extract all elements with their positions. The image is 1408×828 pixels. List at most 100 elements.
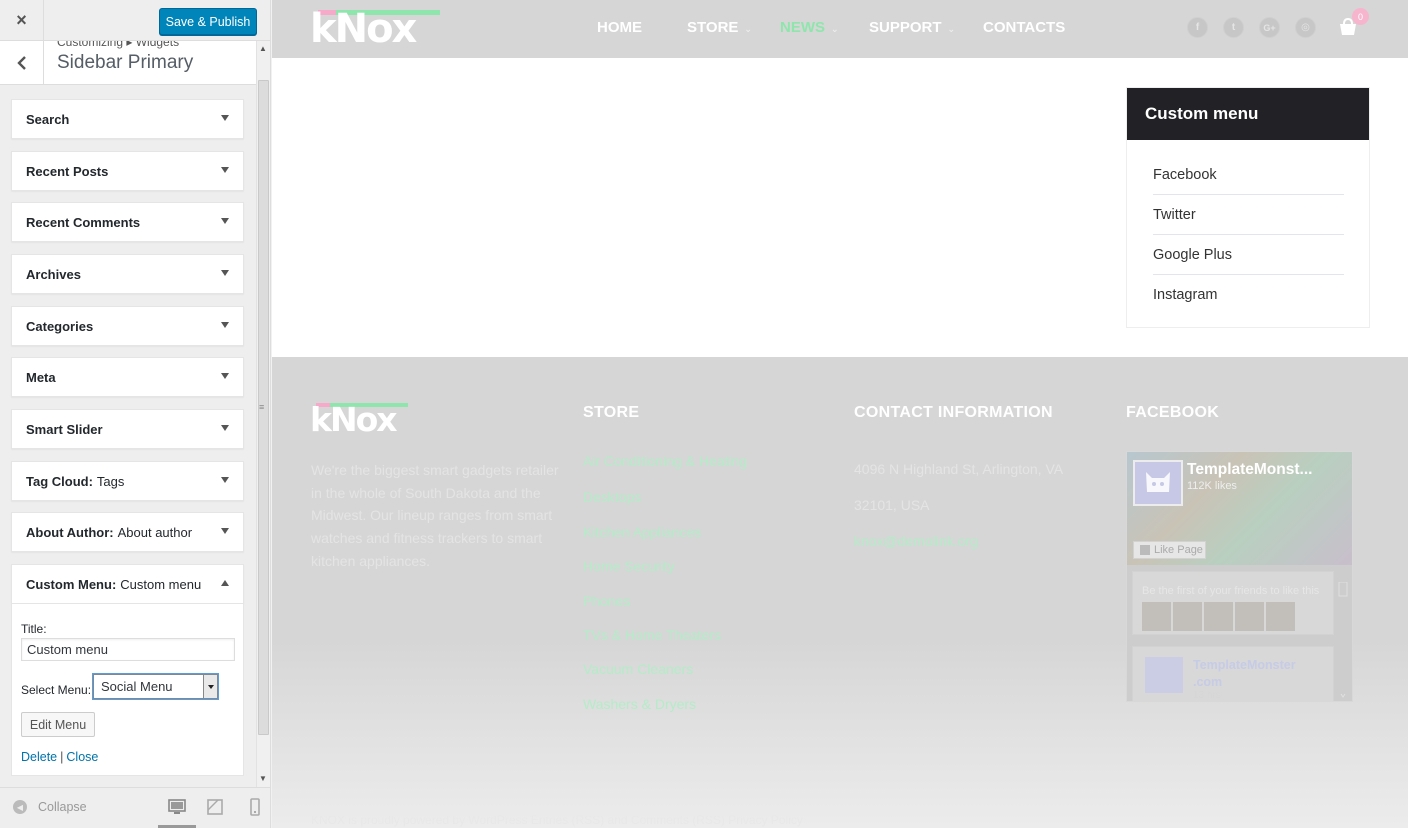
- caret-down-icon: [221, 270, 229, 276]
- custom-menu-widget-form: Title: Custom menu Select Menu: Social M…: [11, 603, 244, 776]
- friend-avatar[interactable]: [1235, 602, 1264, 631]
- friend-avatar[interactable]: [1173, 602, 1202, 631]
- post-author-line1: TemplateMonster: [1193, 658, 1296, 672]
- site-preview: kNox HOME STORE ⌄ NEWS ⌄ SUPPORT ⌄ CONTACTS…: [272, 0, 1408, 828]
- desktop-preview-icon[interactable]: [168, 798, 186, 816]
- friend-avatar[interactable]: [1142, 602, 1171, 631]
- friend-avatar[interactable]: [1266, 602, 1295, 631]
- twitter-icon[interactable]: t: [1223, 17, 1244, 38]
- tablet-preview-icon[interactable]: [206, 798, 224, 816]
- post-time: 13 hrs: [1193, 690, 1221, 701]
- widget-title: Tag Cloud:: [26, 473, 93, 489]
- facebook-icon[interactable]: f: [1187, 17, 1208, 38]
- widget-title: About Author:: [26, 524, 114, 540]
- custom-menu-widget: Custom menu Facebook Twitter Google Plus…: [1126, 87, 1370, 328]
- caret-down-icon: [221, 218, 229, 224]
- separator: |: [60, 750, 64, 764]
- caret-down-icon: [221, 425, 229, 431]
- widget-subtitle: About author: [117, 524, 193, 540]
- dropdown-arrow-icon[interactable]: [203, 675, 217, 698]
- facebook-page-name[interactable]: TemplateMonst...: [1187, 461, 1312, 479]
- footer-link-desktops[interactable]: Desktops: [583, 489, 641, 505]
- post-author-avatar[interactable]: [1145, 657, 1183, 693]
- monster-logo-icon: [1146, 472, 1170, 492]
- facebook-likes-count: 112K likes: [1187, 480, 1237, 492]
- select-menu-label: Select Menu:: [21, 683, 92, 697]
- section-header: Customizing ▸ Widgets Sidebar Primary: [0, 41, 256, 85]
- facebook-page-avatar[interactable]: [1133, 460, 1183, 506]
- widget-archives[interactable]: Archives: [11, 254, 244, 294]
- customizer-panel: × Save & Publish Customizing ▸ Widgets S…: [0, 0, 271, 828]
- nav-news[interactable]: NEWS ⌄: [780, 19, 839, 36]
- facebook-like-button[interactable]: Like Page: [1133, 541, 1206, 559]
- site-logo[interactable]: kNox: [310, 6, 442, 52]
- menu-item-facebook[interactable]: Facebook: [1153, 155, 1344, 195]
- save-publish-button[interactable]: Save & Publish: [159, 8, 257, 35]
- widget-meta[interactable]: Meta: [11, 357, 244, 397]
- nav-home[interactable]: HOME: [597, 19, 642, 36]
- widget-categories[interactable]: Categories: [11, 306, 244, 346]
- widget-search[interactable]: Search: [11, 99, 244, 139]
- footer-link-vacuum-cleaners[interactable]: Vacuum Cleaners: [583, 661, 693, 677]
- caret-down-icon: [221, 528, 229, 534]
- instagram-icon[interactable]: ◎: [1295, 17, 1316, 38]
- widget-smart-slider[interactable]: Smart Slider: [11, 409, 244, 449]
- footer-link-washers-dryers[interactable]: Washers & Dryers: [583, 696, 696, 712]
- scroll-down-icon[interactable]: ▼: [259, 774, 267, 783]
- caret-down-icon: [221, 322, 229, 328]
- post-author-name[interactable]: TemplateMonster .com: [1193, 657, 1296, 691]
- footer-link-phones[interactable]: Phones: [583, 593, 630, 609]
- cart-count-badge: 0: [1352, 8, 1369, 25]
- nav-contacts[interactable]: CONTACTS: [983, 19, 1065, 36]
- chevron-down-icon: ⌄: [947, 24, 956, 34]
- logo-text: kNox: [310, 6, 417, 52]
- nav-label: STORE: [687, 19, 739, 36]
- scroll-up-icon[interactable]: ▲: [259, 44, 267, 53]
- collapse-button[interactable]: ◀ Collapse: [13, 800, 87, 814]
- widget-subtitle: Custom menu: [120, 576, 202, 592]
- chevron-left-icon: [16, 56, 26, 70]
- footer-email-link[interactable]: knox@demolink.org: [854, 533, 978, 549]
- close-customizer-button[interactable]: ×: [0, 0, 44, 41]
- friend-avatar[interactable]: [1204, 602, 1233, 631]
- nav-label: SUPPORT: [869, 19, 942, 36]
- back-button[interactable]: [0, 41, 44, 84]
- footer-copyright: KNOX is proudly powered by WordPress Ent…: [311, 813, 803, 827]
- edit-menu-button[interactable]: Edit Menu: [21, 712, 95, 737]
- google-plus-icon[interactable]: G+: [1259, 17, 1280, 38]
- facebook-page-widget[interactable]: TemplateMonst... 112K likes Like Page Be…: [1126, 451, 1353, 702]
- footer-link-tvs[interactable]: TVs & Home Theaters: [583, 627, 721, 643]
- widget-title: Categories: [26, 318, 94, 334]
- footer-link-home-security[interactable]: Home Security: [583, 558, 675, 574]
- facebook-friends-panel: Be the first of your friends to like thi…: [1132, 571, 1334, 635]
- select-menu-dropdown[interactable]: Social Menu: [93, 674, 218, 699]
- footer-link-air-conditioning[interactable]: Air Conditioning & Heating: [583, 453, 747, 469]
- widget-recent-comments[interactable]: Recent Comments: [11, 202, 244, 242]
- widget-recent-posts[interactable]: Recent Posts: [11, 151, 244, 191]
- close-link[interactable]: Close: [66, 750, 98, 764]
- logo-text: kNox: [310, 400, 398, 439]
- menu-item-twitter[interactable]: Twitter: [1153, 195, 1344, 235]
- nav-store[interactable]: STORE ⌄: [687, 19, 752, 36]
- menu-item-instagram[interactable]: Instagram: [1153, 275, 1344, 315]
- footer-logo[interactable]: kNox: [310, 400, 415, 439]
- delete-link[interactable]: Delete: [21, 750, 57, 764]
- customizer-footer: ◀ Collapse: [0, 787, 270, 828]
- facebook-scrollbar[interactable]: [1338, 582, 1348, 700]
- widget-tag-cloud[interactable]: Tag Cloud: Tags: [11, 461, 244, 501]
- menu-item-google-plus[interactable]: Google Plus: [1153, 235, 1344, 275]
- title-label: Title:: [21, 622, 47, 636]
- chevron-down-icon: ⌄: [744, 24, 752, 34]
- mobile-preview-icon[interactable]: [246, 798, 264, 816]
- footer-link-kitchen-appliances[interactable]: Kitchen Appliances: [583, 524, 701, 540]
- select-menu-value: Social Menu: [101, 679, 173, 694]
- caret-down-icon: [221, 477, 229, 483]
- nav-label: CONTACTS: [983, 19, 1066, 36]
- widget-title: Custom Menu:: [26, 576, 117, 592]
- footer-facebook-heading: FACEBOOK: [1126, 404, 1220, 421]
- widget-title: Recent Posts: [26, 163, 109, 179]
- widget-about-author[interactable]: About Author: About author: [11, 512, 244, 552]
- title-input[interactable]: Custom menu: [21, 638, 235, 661]
- widget-custom-menu[interactable]: Custom Menu: Custom menu: [11, 564, 244, 604]
- nav-support[interactable]: SUPPORT ⌄: [869, 19, 955, 36]
